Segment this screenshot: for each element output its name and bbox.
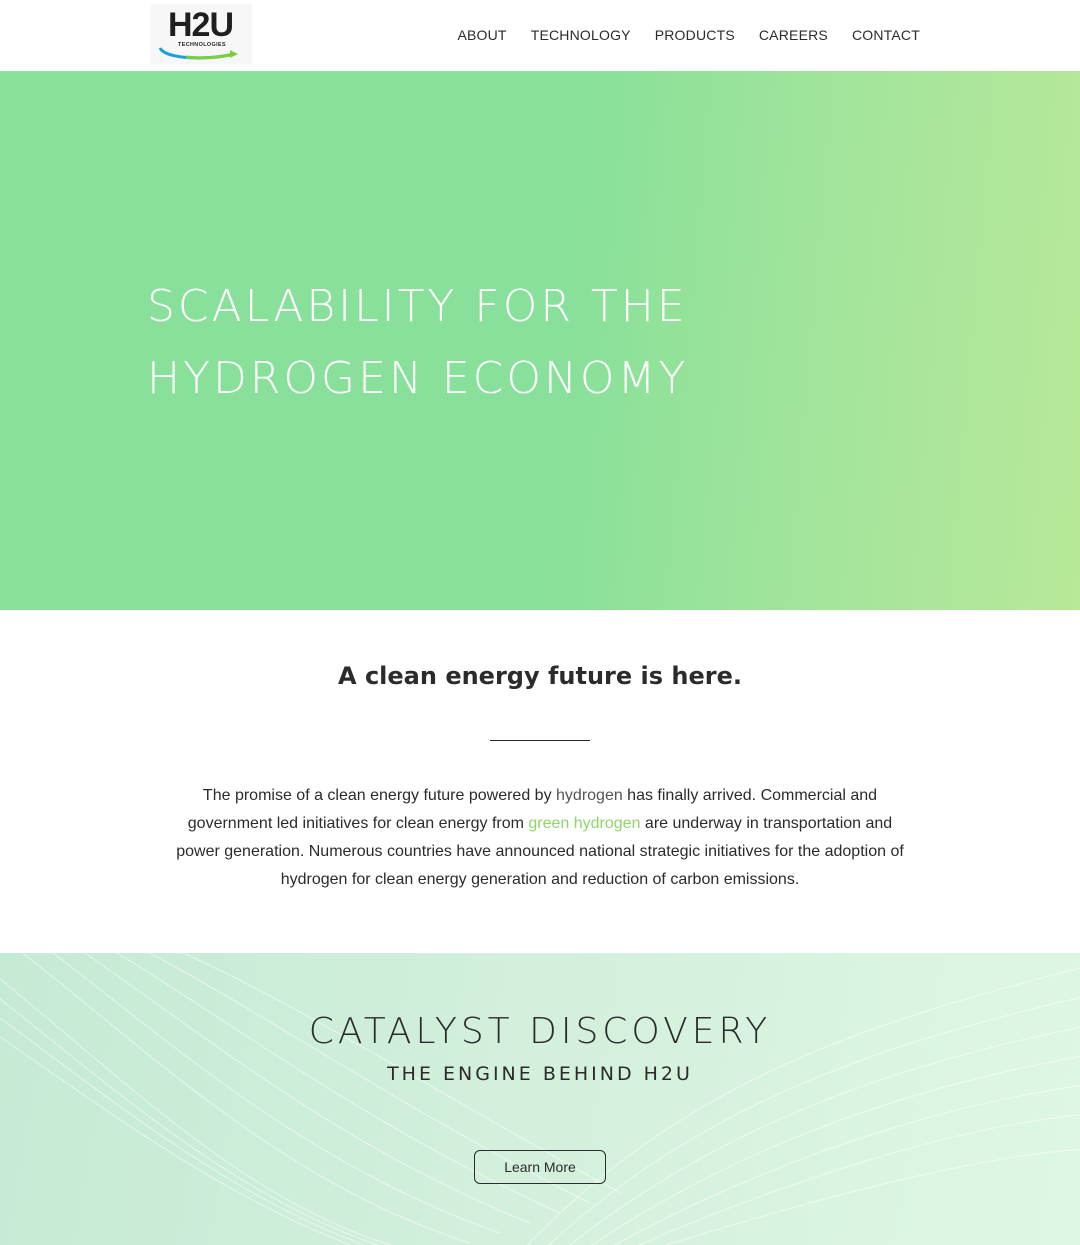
logo-subtext: TECHNOLOGIES [178, 42, 226, 48]
intro-divider [490, 740, 590, 741]
hero-title: SCALABILITY FOR THE HYDROGEN ECONOMY [147, 281, 689, 404]
nav-contact[interactable]: CONTACT [852, 27, 920, 43]
main-nav: ABOUT TECHNOLOGY PRODUCTS CAREERS CONTAC… [457, 27, 920, 43]
intro-text-part1: The promise of a clean energy future pow… [202, 787, 557, 804]
nav-products[interactable]: PRODUCTS [655, 27, 735, 43]
nav-about[interactable]: ABOUT [457, 27, 506, 43]
site-header: H2U TECHNOLOGIES ABOUT TECHNOLOGY PRODUC… [0, 0, 1080, 71]
hero-banner: SCALABILITY FOR THE HYDROGEN ECONOMY [0, 71, 1080, 610]
catalyst-title: CATALYST DISCOVERY [308, 1011, 772, 1052]
nav-careers[interactable]: CAREERS [759, 27, 828, 43]
wave-lines-background [0, 953, 1080, 1245]
hydrogen-link[interactable]: hydrogen [556, 787, 623, 804]
catalyst-section: CATALYST DISCOVERY THE ENGINE BEHIND H2U… [0, 953, 1080, 1245]
intro-paragraph: The promise of a clean energy future pow… [170, 782, 910, 894]
brand-logo[interactable]: H2U TECHNOLOGIES [150, 4, 252, 64]
green-hydrogen-link[interactable]: green hydrogen [528, 815, 640, 832]
intro-heading: A clean energy future is here. [338, 662, 742, 690]
logo-text: H2U [168, 6, 234, 44]
nav-technology[interactable]: TECHNOLOGY [531, 27, 631, 43]
learn-more-button[interactable]: Learn More [474, 1150, 606, 1184]
catalyst-subtitle: THE ENGINE BEHIND H2U [387, 1063, 693, 1085]
